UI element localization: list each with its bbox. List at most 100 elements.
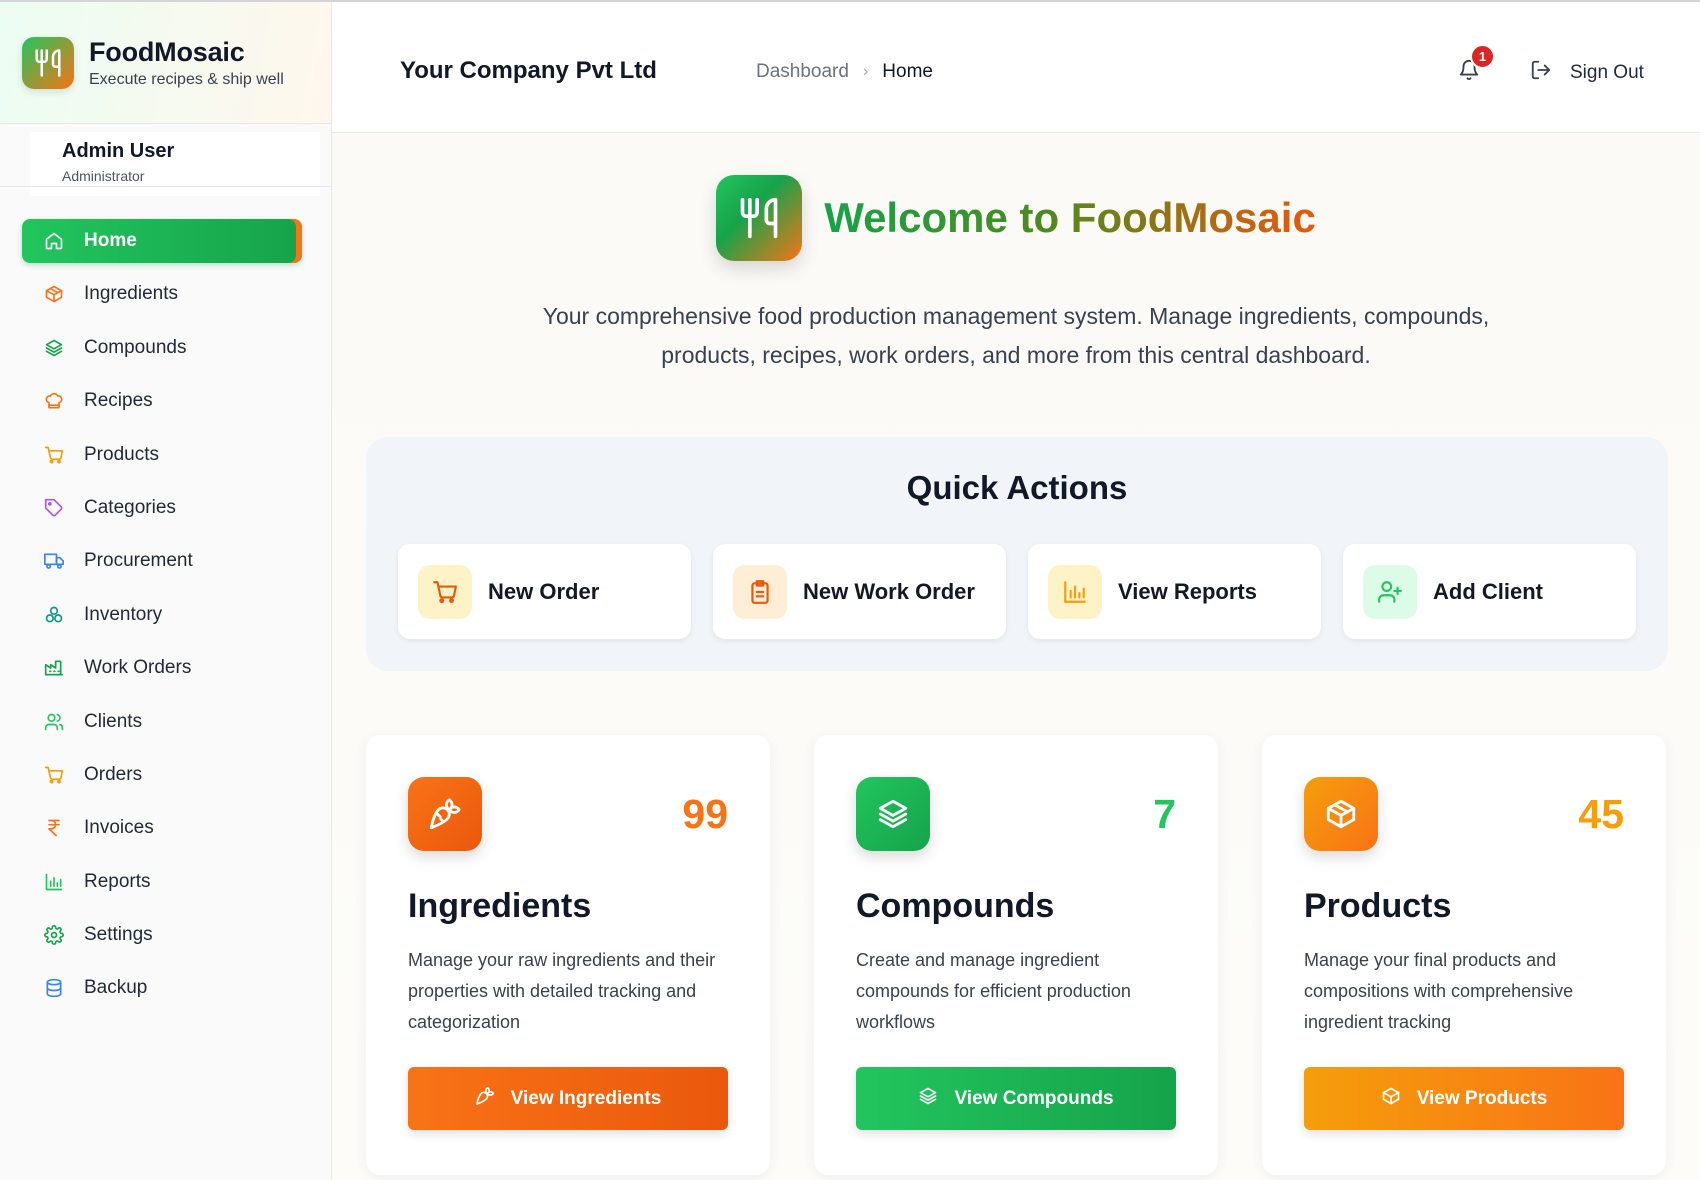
sidebar-item-inventory[interactable]: Inventory xyxy=(22,593,302,637)
carrot-icon xyxy=(475,1086,495,1112)
company-name: Your Company Pvt Ltd xyxy=(400,57,657,84)
quick-action-label: Add Client xyxy=(1433,578,1543,604)
layers-icon xyxy=(856,777,930,851)
sidebar-item-label: Invoices xyxy=(84,817,154,839)
sidebar-item-label: Products xyxy=(84,443,159,465)
topbar: Your Company Pvt Ltd Dashboard › Home 1 … xyxy=(332,2,1700,133)
user-plus-icon xyxy=(1363,564,1417,619)
sidebar-item-ingredients[interactable]: Ingredients xyxy=(22,272,302,316)
sidebar-item-categories[interactable]: Categories xyxy=(22,486,302,530)
sidebar-item-settings[interactable]: Settings xyxy=(22,913,302,957)
sidebar-item-backup[interactable]: Backup xyxy=(22,966,302,1010)
sign-out-button[interactable]: Sign Out xyxy=(1530,59,1644,87)
app-root: FoodMosaic Execute recipes & ship well A… xyxy=(0,0,1700,1180)
package-icon xyxy=(1304,777,1378,851)
sidebar-item-compounds[interactable]: Compounds xyxy=(22,326,302,370)
fork-knife-icon xyxy=(22,36,74,89)
layers-icon xyxy=(42,336,66,360)
user-name: Admin User xyxy=(62,140,175,162)
sidebar-item-home[interactable]: Home xyxy=(22,219,302,263)
view-ingredients-button[interactable]: View Ingredients xyxy=(408,1067,728,1130)
ingredients-card-title: Ingredients xyxy=(408,887,592,925)
ingredients-card: 99 Ingredients Manage your raw ingredien… xyxy=(366,735,770,1175)
user-role: Administrator xyxy=(62,168,145,184)
products-card: 45 Products Manage your final products a… xyxy=(1262,735,1666,1175)
sidebar-item-label: Clients xyxy=(84,710,143,732)
sidebar-item-recipes[interactable]: Recipes xyxy=(22,379,302,423)
bar-chart-icon xyxy=(1048,564,1102,619)
breadcrumb-current: Home xyxy=(882,61,933,82)
rupee-icon xyxy=(42,816,66,840)
add-client-button[interactable]: Add Client xyxy=(1343,544,1636,639)
button-label: View Products xyxy=(1416,1087,1548,1109)
compounds-count: 7 xyxy=(1153,791,1176,837)
log-out-icon xyxy=(1530,59,1552,87)
sidebar-item-label: Backup xyxy=(84,977,148,999)
gear-icon xyxy=(42,923,66,947)
sidebar-item-label: Home xyxy=(84,230,137,251)
compounds-card-description: Create and manage ingredient compounds f… xyxy=(856,950,1131,1032)
quick-action-label: New Work Order xyxy=(803,578,975,604)
brand-header[interactable]: FoodMosaic Execute recipes & ship well xyxy=(0,2,331,124)
quick-action-label: New Order xyxy=(488,578,600,604)
cube-icon xyxy=(42,282,66,306)
brand-tagline: Execute recipes & ship well xyxy=(89,70,284,88)
cart-icon xyxy=(418,564,472,619)
sidebar-divider xyxy=(0,186,331,187)
sidebar-item-work-orders[interactable]: Work Orders xyxy=(22,646,302,690)
welcome-subtitle: Your comprehensive food production manag… xyxy=(542,303,1490,368)
quick-actions-title: Quick Actions xyxy=(906,469,1128,506)
button-label: View Ingredients xyxy=(510,1087,662,1109)
carrot-icon xyxy=(408,777,482,851)
quick-actions-panel: Quick Actions New Order New Work Order V… xyxy=(366,437,1668,671)
layers-icon xyxy=(918,1086,938,1112)
sidebar-item-label: Inventory xyxy=(84,603,163,625)
view-compounds-button[interactable]: View Compounds xyxy=(856,1067,1176,1130)
sidebar-item-reports[interactable]: Reports xyxy=(22,860,302,904)
tag-icon xyxy=(42,496,66,520)
truck-icon xyxy=(42,549,66,573)
cart-icon xyxy=(42,443,66,467)
sidebar-item-procurement[interactable]: Procurement xyxy=(22,539,302,583)
chevron-right-icon: › xyxy=(862,63,869,80)
sidebar-item-label: Reports xyxy=(84,870,151,892)
fork-knife-icon xyxy=(716,175,803,261)
new-work-order-button[interactable]: New Work Order xyxy=(713,544,1006,639)
ingredients-card-description: Manage your raw ingredients and their pr… xyxy=(408,950,716,1032)
sidebar-item-clients[interactable]: Clients xyxy=(22,700,302,744)
view-reports-button[interactable]: View Reports xyxy=(1028,544,1321,639)
sidebar-item-invoices[interactable]: Invoices xyxy=(22,806,302,850)
sidebar-item-label: Ingredients xyxy=(84,283,179,305)
compounds-card: 7 Compounds Create and manage ingredient… xyxy=(814,735,1218,1175)
database-icon xyxy=(42,976,66,1000)
compounds-card-title: Compounds xyxy=(856,887,1055,925)
main-content: Welcome to FoodMosaic Your comprehensive… xyxy=(332,133,1700,1180)
sidebar-nav: Home Ingredients Compounds Recipes Produ… xyxy=(22,219,302,1020)
sidebar-item-products[interactable]: Products xyxy=(22,433,302,477)
sidebar-item-label: Work Orders xyxy=(84,657,192,679)
bar-chart-icon xyxy=(42,870,66,894)
sidebar-item-label: Recipes xyxy=(84,390,153,412)
view-products-button[interactable]: View Products xyxy=(1304,1067,1624,1130)
clipboard-icon xyxy=(733,564,787,619)
breadcrumb: Dashboard › Home xyxy=(756,61,933,83)
sidebar-item-label: Orders xyxy=(84,763,143,785)
products-count: 45 xyxy=(1578,791,1624,837)
notification-badge: 1 xyxy=(1470,44,1495,69)
sidebar-item-label: Compounds xyxy=(84,336,187,358)
new-order-button[interactable]: New Order xyxy=(398,544,691,639)
home-icon xyxy=(42,229,66,253)
sidebar-item-label: Categories xyxy=(84,496,176,518)
boxes-icon xyxy=(42,603,66,627)
sidebar: FoodMosaic Execute recipes & ship well A… xyxy=(0,2,332,1180)
sidebar-item-orders[interactable]: Orders xyxy=(22,753,302,797)
ingredients-count: 99 xyxy=(682,791,728,837)
products-card-title: Products xyxy=(1304,887,1452,925)
factory-icon xyxy=(42,656,66,680)
quick-action-label: View Reports xyxy=(1118,578,1257,604)
welcome-title: Welcome to FoodMosaic xyxy=(824,194,1316,241)
breadcrumb-dashboard-link[interactable]: Dashboard xyxy=(756,61,849,83)
welcome-hero: Welcome to FoodMosaic Your comprehensive… xyxy=(332,175,1700,375)
sign-out-label: Sign Out xyxy=(1570,62,1644,83)
users-icon xyxy=(42,710,66,734)
